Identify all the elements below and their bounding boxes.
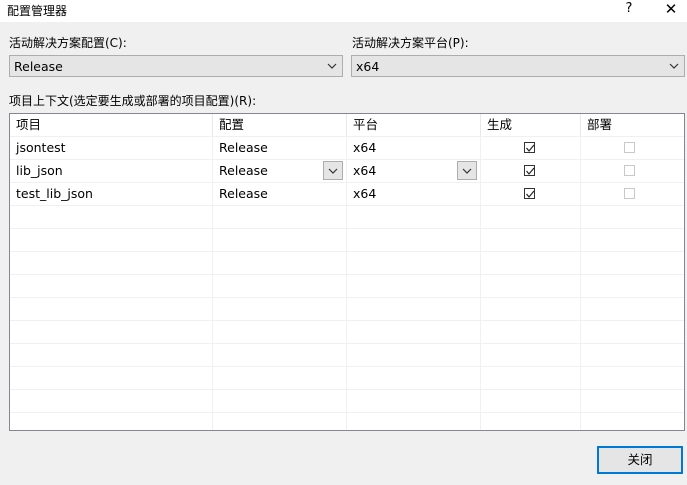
build-checkbox[interactable] [524,188,535,199]
chevron-down-icon [669,63,679,69]
empty-row [10,298,684,321]
platform-cell[interactable]: x64 [347,160,481,182]
solution-platform-label: 活动解决方案平台(P): [352,36,469,50]
empty-row [10,206,684,229]
empty-row [10,413,684,430]
deploy-checkbox [624,188,635,199]
platform-value: x64 [353,163,377,178]
deploy-cell [581,183,684,205]
checkmark-icon [526,144,535,152]
project-contexts-label: 项目上下文(选定要生成或部署的项目配置)(R): [9,94,257,108]
platform-cell[interactable]: x64 [347,183,481,205]
close-button[interactable]: 关闭 [597,446,683,474]
solution-config-label: 活动解决方案配置(C): [9,36,127,50]
help-button[interactable]: ? [618,0,640,20]
checkmark-icon [526,190,535,198]
solution-config-value: Release [14,59,63,74]
platform-cell[interactable]: x64 [347,137,481,159]
empty-row [10,229,684,252]
empty-row [10,367,684,390]
config-cell[interactable]: Release [213,183,347,205]
solution-platform-value: x64 [356,59,380,74]
checkmark-icon [526,167,535,175]
build-cell [481,183,581,205]
solution-platform-dropdown[interactable]: x64 [351,55,685,77]
project-name: lib_json [10,160,213,182]
window-close-button[interactable]: ✕ [658,0,684,20]
header-config: 配置 [213,114,347,136]
config-value: Release [219,163,268,178]
grid-header-row: 项目 配置 平台 生成 部署 [10,114,684,137]
chevron-down-icon [327,63,337,69]
config-cell[interactable]: Release [213,160,347,182]
deploy-cell [581,160,684,182]
header-deploy: 部署 [581,114,684,136]
table-row[interactable]: jsontest Release x64 [10,137,684,160]
build-checkbox[interactable] [524,142,535,153]
empty-row [10,344,684,367]
chevron-down-icon [462,168,472,174]
project-name: test_lib_json [10,183,213,205]
build-cell [481,160,581,182]
chevron-down-icon [328,168,338,174]
empty-row [10,390,684,413]
header-build: 生成 [481,114,581,136]
project-contexts-grid[interactable]: 项目 配置 平台 生成 部署 jsontest Release x64 lib_… [9,113,685,431]
project-name: jsontest [10,137,213,159]
empty-row [10,275,684,298]
build-cell [481,137,581,159]
table-row[interactable]: lib_json Release x64 [10,160,684,183]
empty-row [10,252,684,275]
deploy-checkbox [624,165,635,176]
header-platform: 平台 [347,114,481,136]
config-dropdown-button[interactable] [323,161,343,180]
config-cell[interactable]: Release [213,137,347,159]
platform-dropdown-button[interactable] [457,161,477,180]
deploy-cell [581,137,684,159]
build-checkbox[interactable] [524,165,535,176]
window-title: 配置管理器 [7,4,68,18]
deploy-checkbox [624,142,635,153]
table-row[interactable]: test_lib_json Release x64 [10,183,684,206]
solution-config-dropdown[interactable]: Release [9,55,343,77]
title-bar: 配置管理器 ? ✕ [0,0,687,22]
header-project: 项目 [10,114,213,136]
empty-row [10,321,684,344]
